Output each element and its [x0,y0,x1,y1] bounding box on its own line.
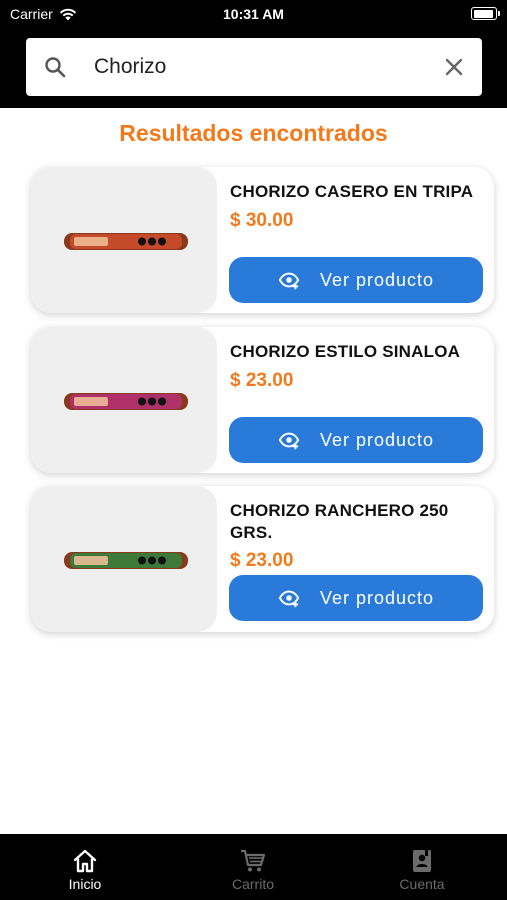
battery-level [473,9,493,18]
view-product-button[interactable]: Ver producto [229,257,483,303]
product-price: $ 23.00 [230,550,294,571]
results-title: Resultados encontrados [119,120,388,146]
search-input[interactable]: Chorizo [26,38,482,96]
view-product-label: Ver producto [319,587,435,608]
close-icon[interactable] [443,56,465,78]
tab-label: Inicio [68,876,102,892]
product-price: $ 23.00 [230,370,294,391]
product-price: $ 30.00 [230,210,294,231]
home-icon [73,849,97,873]
chorizo-package-image [64,233,188,250]
status-bar: Carrier 10:31 AM [0,0,507,28]
battery-icon [471,7,500,20]
product-name: CHORIZO CASERO EN TRIPA [230,182,474,201]
search-query[interactable]: Chorizo [94,55,166,79]
search-icon [45,57,66,78]
search-header: Chorizo [0,28,507,108]
product-image [31,167,217,313]
product-card[interactable]: CHORIZO ESTILO SINALOA $ 23.00 Ver produ… [31,327,494,473]
product-image [31,327,217,473]
chorizo-package-image [64,552,188,569]
product-image [31,486,217,632]
bottom-tab-bar: Inicio Carrito Cuenta [0,834,507,900]
eye-plus-icon [278,590,300,608]
eye-plus-icon [278,272,300,290]
chorizo-package-image [64,393,188,410]
product-card[interactable]: CHORIZO RANCHERO 250 GRS. $ 23.00 Ver pr… [31,486,494,632]
clock: 10:31 AM [223,6,284,22]
view-product-button[interactable]: Ver producto [229,575,483,621]
account-book-icon [413,850,431,872]
view-product-button[interactable]: Ver producto [229,417,483,463]
tab-carrito[interactable]: Carrito [193,834,313,900]
cart-icon [241,849,266,872]
product-name: CHORIZO RANCHERO 250 GRS. [230,501,449,542]
view-product-label: Ver producto [319,429,435,450]
product-card[interactable]: CHORIZO CASERO EN TRIPA $ 30.00 Ver prod… [31,167,494,313]
eye-plus-icon [278,432,300,450]
tab-cuenta[interactable]: Cuenta [362,834,482,900]
product-name: CHORIZO ESTILO SINALOA [230,342,461,361]
view-product-label: Ver producto [319,269,435,290]
tab-label: Carrito [231,876,274,892]
tab-inicio[interactable]: Inicio [25,834,145,900]
tab-label: Cuenta [399,876,445,892]
